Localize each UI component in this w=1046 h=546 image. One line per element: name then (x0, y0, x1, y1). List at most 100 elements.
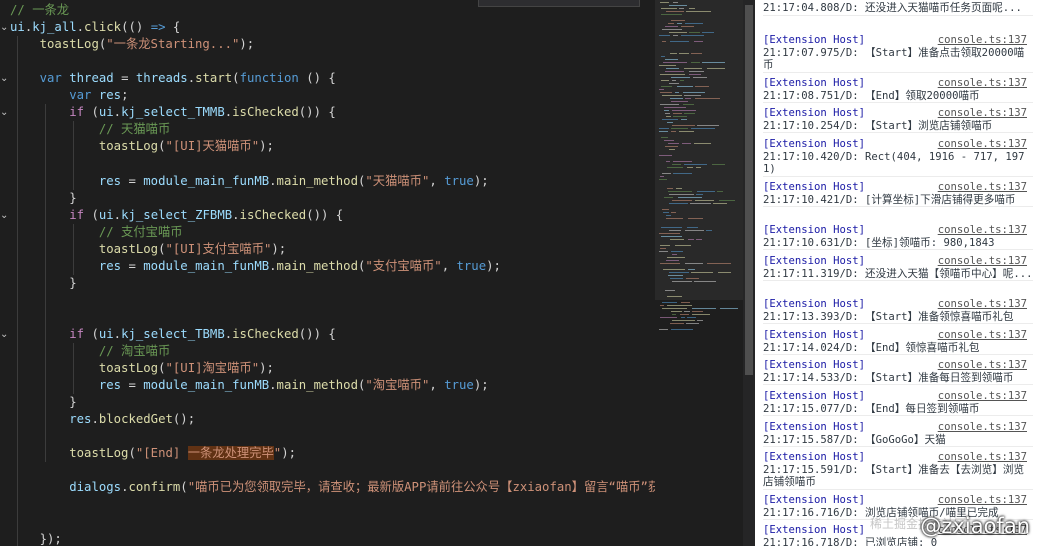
minimap-line (660, 248, 666, 249)
code-line[interactable]: ui.kj_all.click(() => { (10, 19, 180, 36)
code-token: , (429, 378, 445, 393)
console-entry-message: 21:17:15.077/D: 【End】每日签到领喵币 (763, 402, 980, 415)
code-token: ()) { (306, 207, 344, 222)
code-line[interactable]: if (ui.kj_select_TMMB.isChecked()) { (10, 104, 336, 121)
minimap-slider[interactable] (655, 0, 755, 300)
minimap-line (675, 245, 691, 246)
code-line[interactable]: toastLog("一条龙Starting..."); (10, 36, 255, 53)
code-line[interactable]: // 支付宝喵币 (10, 224, 183, 241)
code-line[interactable]: // 淘宝喵币 (10, 343, 170, 360)
code-line[interactable]: res = module_main_funMB.main_method("淘宝喵… (10, 377, 489, 394)
fold-chevron-icon[interactable]: ⌄ (0, 107, 8, 118)
console-entry-file-link[interactable]: console.ts:137 (938, 181, 1027, 194)
minimap-line (669, 83, 679, 84)
console-entry-file-link[interactable]: console.ts:137 (938, 329, 1027, 342)
code-line[interactable]: } (10, 190, 76, 207)
code-token: true (456, 258, 487, 273)
code-line[interactable]: res.blockedGet(); (10, 411, 195, 428)
code-token: kj_select_TMMB (121, 105, 225, 120)
code-editor[interactable]: // 一条龙 ui.kj_all.click(() => {⌄ toastLog(… (0, 0, 655, 546)
minimap-line (679, 53, 689, 54)
minimap-line (662, 119, 678, 120)
code-line[interactable]: } (10, 275, 76, 292)
console-entry-file-link[interactable]: console.ts:137 (938, 107, 1027, 120)
fold-chevron-icon[interactable]: ⌄ (0, 73, 8, 84)
editor-scrollbar[interactable] (743, 0, 755, 546)
minimap-line (666, 260, 679, 261)
minimap-line (694, 143, 711, 144)
minimap[interactable] (655, 0, 755, 546)
code-line[interactable]: toastLog("[UI]支付宝喵币"); (10, 241, 286, 258)
minimap-line (665, 290, 675, 291)
minimap-line (661, 14, 682, 15)
code-token: ui (98, 207, 114, 222)
minimap-line (670, 98, 683, 99)
console-entry-file-link[interactable]: console.ts:137 (938, 421, 1027, 434)
code-line[interactable]: // 一条龙 (10, 2, 69, 19)
minimap-line (662, 95, 682, 96)
fold-chevron-icon[interactable]: ⌄ (0, 329, 8, 340)
console-entry-file-link[interactable]: console.ts:137 (938, 298, 1027, 311)
author-watermark: @zxiaofan (920, 514, 1030, 538)
code-token: () { (298, 71, 336, 86)
minimap-line (712, 164, 725, 165)
minimap-line (659, 179, 667, 180)
minimap-line (673, 35, 678, 36)
minimap-line (685, 230, 704, 231)
minimap-line (667, 305, 692, 306)
code-line[interactable]: } (10, 394, 76, 411)
minimap-line (696, 239, 702, 240)
fold-chevron-icon[interactable]: ⌄ (0, 210, 8, 221)
code-line[interactable]: // 天猫喵币 (10, 121, 170, 138)
code-line[interactable]: var res; (10, 87, 128, 104)
minimap-line (669, 203, 688, 204)
code-token: main_method (276, 258, 358, 273)
console-entry-file-link[interactable]: console.ts:137 (938, 77, 1027, 90)
minimap-line (671, 131, 676, 132)
minimap-line (692, 314, 710, 315)
minimap-line (697, 320, 703, 321)
console-entry-file-link[interactable]: console.ts:137 (938, 255, 1027, 268)
console-entry-file-link[interactable]: console.ts:137 (938, 494, 1027, 507)
code-token: ( (232, 71, 240, 86)
console-entry-file-link[interactable]: console.ts:137 (938, 451, 1027, 464)
code-line[interactable]: res = module_main_funMB.main_method("天猫喵… (10, 173, 489, 190)
minimap-line (686, 11, 711, 12)
code-line[interactable]: var thread = threads.start(function () { (10, 70, 336, 87)
minimap-line (681, 35, 704, 36)
minimap-line (661, 56, 665, 57)
minimap-line (694, 281, 716, 282)
minimap-line (684, 311, 690, 312)
code-line[interactable]: toastLog("[End] 一条龙处理完毕"); (10, 445, 296, 462)
console-entry-file-link[interactable]: console.ts:137 (938, 359, 1027, 372)
code-line[interactable]: if (ui.kj_select_TBMB.isChecked()) { (10, 326, 336, 343)
code-line[interactable]: toastLog("[UI]淘宝喵币"); (10, 360, 274, 377)
console-entry-message: 21:17:10.421/D: [计算坐标]下滑店铺得更多喵币 (763, 193, 1016, 206)
code-token: . (269, 378, 277, 393)
code-token: . (113, 207, 122, 222)
code-text-area[interactable]: // 一条龙 ui.kj_all.click(() => {⌄ toastLog(… (0, 2, 655, 546)
console-entry-file-link[interactable]: console.ts:137 (938, 390, 1027, 403)
minimap-line (713, 203, 727, 204)
code-line[interactable]: if (ui.kj_select_ZFBMB.isChecked()) { (10, 207, 343, 224)
console-entry-file-link[interactable]: console.ts:137 (938, 138, 1027, 151)
editor-scrollbar-thumb[interactable] (745, 5, 753, 375)
minimap-line (684, 113, 695, 114)
code-token: toastLog (98, 361, 159, 376)
code-token: "淘宝喵币" (365, 378, 430, 393)
minimap-line (694, 41, 703, 42)
console-entry: 21:17:04.808/D: 还没进入天猫喵币任务页面呢... (763, 2, 1033, 16)
code-line[interactable]: res = module_main_funMB.main_method("支付宝… (10, 258, 501, 275)
code-token: . (269, 173, 277, 188)
minimap-line (659, 131, 668, 132)
debug-console-panel[interactable]: 21:17:04.808/D: 还没进入天猫喵币任务页面呢... [Extensi… (755, 0, 1046, 546)
console-entry-file-link[interactable]: console.ts:137 (938, 34, 1027, 47)
fold-chevron-icon[interactable]: ⌄ (0, 22, 8, 33)
code-line[interactable]: dialogs.confirm("喵币已为您领取完毕，请查收；最新版APP请前往… (10, 479, 655, 496)
code-token: if (69, 105, 85, 120)
code-line[interactable]: toastLog("[UI]天猫喵币"); (10, 138, 274, 155)
console-entry-file-link[interactable]: console.ts:137 (938, 224, 1027, 237)
minimap-line (663, 212, 669, 213)
